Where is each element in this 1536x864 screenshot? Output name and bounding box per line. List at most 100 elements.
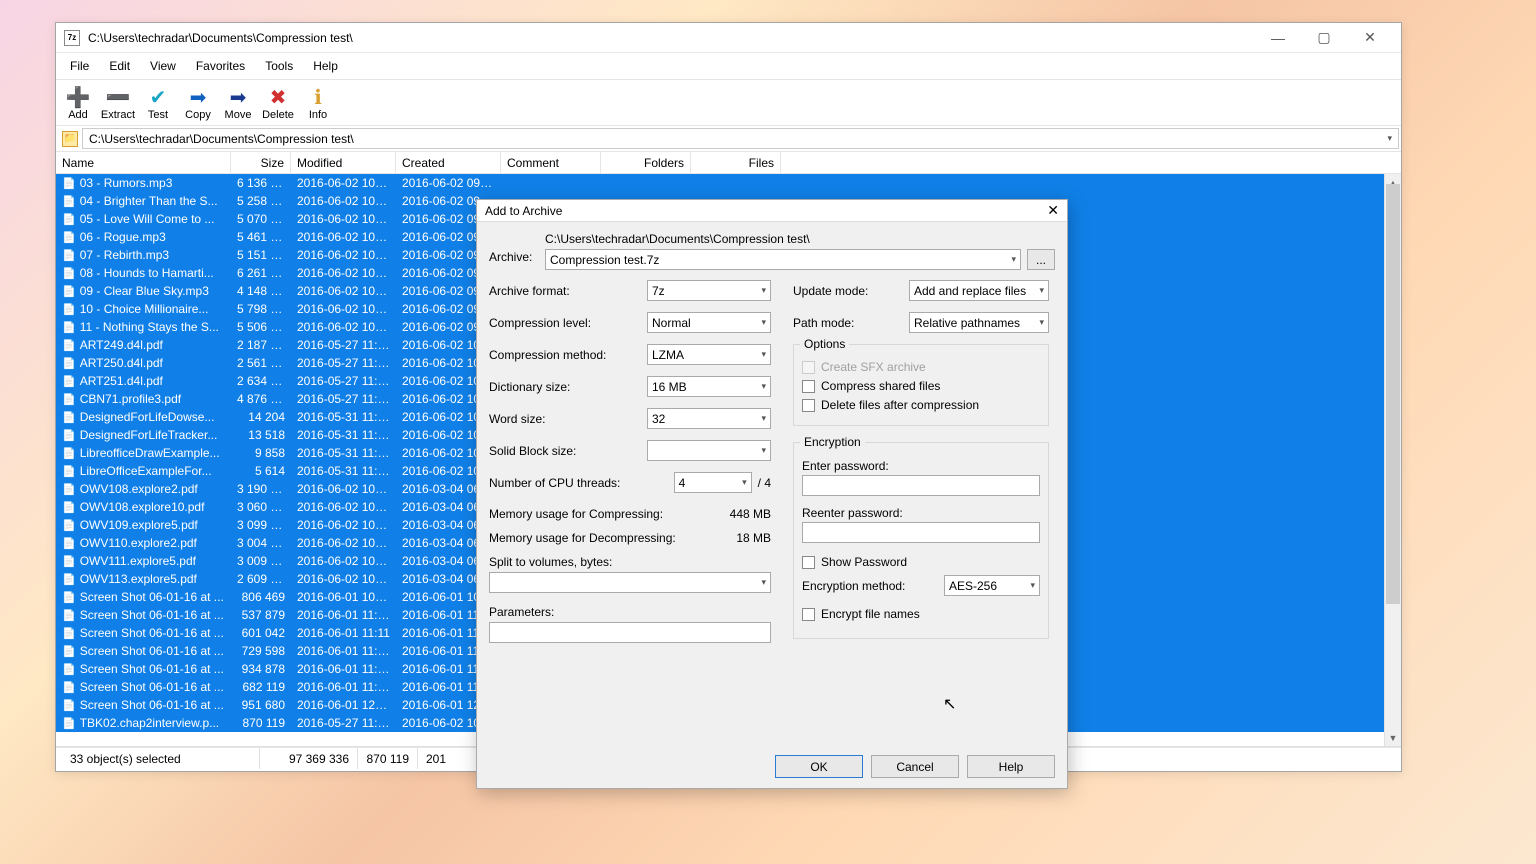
menu-help[interactable]: Help [303, 56, 348, 76]
encryption-legend: Encryption [800, 435, 865, 449]
file-icon: 📄 [62, 357, 76, 370]
file-icon: 📄 [62, 231, 76, 244]
col-name[interactable]: Name [56, 152, 231, 173]
path-mode-label: Path mode: [793, 316, 854, 330]
compression-method-dropdown[interactable]: LZMA▾ [647, 344, 771, 365]
col-created[interactable]: Created [396, 152, 501, 173]
info-icon: ℹ [314, 86, 322, 108]
toolbar-label: Test [148, 109, 168, 121]
solid-block-dropdown[interactable]: ▾ [647, 440, 771, 461]
menu-edit[interactable]: Edit [99, 56, 140, 76]
scroll-down-icon[interactable]: ▼ [1385, 729, 1401, 746]
compression-level-dropdown[interactable]: Normal▾ [647, 312, 771, 333]
delete-checkbox-row[interactable]: Delete files after compression [802, 398, 1040, 412]
test-icon: ✔ [150, 86, 167, 108]
block-label: Solid Block size: [489, 444, 576, 458]
encrypt-names-row[interactable]: Encrypt file names [802, 607, 1040, 621]
help-button[interactable]: Help [967, 755, 1055, 778]
sfx-checkbox-row: Create SFX archive [802, 360, 1040, 374]
dialog-close-icon[interactable]: ✕ [1047, 202, 1059, 219]
file-icon: 📄 [62, 501, 76, 514]
toolbar-label: Move [225, 109, 252, 121]
sfx-checkbox [802, 361, 815, 374]
scrollbar-thumb[interactable] [1386, 184, 1400, 604]
copy-icon: ➡ [190, 86, 207, 108]
password-input[interactable] [802, 475, 1040, 496]
chevron-down-icon: ▾ [757, 349, 766, 360]
show-password-checkbox[interactable] [802, 556, 815, 569]
toolbar-test-button[interactable]: ✔Test [138, 84, 178, 123]
chevron-down-icon: ▾ [738, 477, 747, 488]
shared-checkbox-row[interactable]: Compress shared files [802, 379, 1040, 393]
split-label: Split to volumes, bytes: [489, 555, 771, 569]
cancel-button[interactable]: Cancel [871, 755, 959, 778]
table-row[interactable]: 📄03 - Rumors.mp36 136 8772016-06-02 10:2… [56, 174, 1401, 192]
mem-decompress-value: 18 MB [736, 531, 771, 545]
encrypt-names-checkbox[interactable] [802, 608, 815, 621]
split-volumes-combo[interactable]: ▾ [489, 572, 771, 593]
enc-method-label: Encryption method: [802, 579, 905, 593]
toolbar-add-button[interactable]: ➕Add [58, 84, 98, 123]
up-folder-icon[interactable]: 📁 [62, 131, 78, 147]
file-icon: 📄 [62, 429, 76, 442]
menu-view[interactable]: View [140, 56, 186, 76]
browse-button[interactable]: ... [1027, 249, 1055, 270]
toolbar-move-button[interactable]: ➡Move [218, 84, 258, 123]
toolbar-extract-button[interactable]: ➖Extract [98, 84, 138, 123]
update-mode-dropdown[interactable]: Add and replace files▾ [909, 280, 1049, 301]
parameters-input[interactable] [489, 622, 771, 643]
add-icon: ➕ [66, 86, 91, 108]
file-icon: 📄 [62, 177, 76, 190]
file-icon: 📄 [62, 303, 76, 316]
close-button[interactable]: ✕ [1347, 28, 1393, 48]
chevron-down-icon[interactable]: ▾ [1387, 133, 1392, 144]
delete-checkbox[interactable] [802, 399, 815, 412]
file-icon: 📄 [62, 267, 76, 280]
archive-label: Archive: [489, 232, 545, 270]
cpu-threads-dropdown[interactable]: 4▾ [674, 472, 752, 493]
path-input[interactable]: C:\Users\techradar\Documents\Compression… [82, 128, 1399, 149]
chevron-down-icon: ▾ [1035, 317, 1044, 328]
file-icon: 📄 [62, 555, 76, 568]
archive-name-combo[interactable]: Compression test.7z ▾ [545, 249, 1021, 270]
menu-file[interactable]: File [60, 56, 99, 76]
col-folders[interactable]: Folders [601, 152, 691, 173]
show-password-row[interactable]: Show Password [802, 555, 1040, 569]
status-size2: 870 119 [358, 748, 418, 769]
col-modified[interactable]: Modified [291, 152, 396, 173]
chevron-down-icon: ▾ [1035, 285, 1044, 296]
encryption-method-dropdown[interactable]: AES-256▾ [944, 575, 1040, 596]
extract-icon: ➖ [106, 86, 131, 108]
ok-button[interactable]: OK [775, 755, 863, 778]
file-icon: 📄 [62, 465, 76, 478]
toolbar-copy-button[interactable]: ➡Copy [178, 84, 218, 123]
file-icon: 📄 [62, 195, 76, 208]
word-size-dropdown[interactable]: 32▾ [647, 408, 771, 429]
dialog-title: Add to Archive [485, 204, 562, 218]
mem-compress-value: 448 MB [730, 507, 771, 521]
dictionary-size-dropdown[interactable]: 16 MB▾ [647, 376, 771, 397]
col-files[interactable]: Files [691, 152, 781, 173]
toolbar-delete-button[interactable]: ✖Delete [258, 84, 298, 123]
method-label: Compression method: [489, 348, 606, 362]
toolbar-info-button[interactable]: ℹInfo [298, 84, 338, 123]
chevron-down-icon: ▾ [1007, 254, 1016, 265]
archive-format-dropdown[interactable]: 7z▾ [647, 280, 771, 301]
col-comment[interactable]: Comment [501, 152, 601, 173]
status-selected: 33 object(s) selected [62, 748, 260, 769]
titlebar: 7z C:\Users\techradar\Documents\Compress… [56, 23, 1401, 53]
threads-max: / 4 [758, 476, 771, 490]
menu-tools[interactable]: Tools [255, 56, 303, 76]
minimize-button[interactable]: — [1255, 28, 1301, 48]
shared-checkbox[interactable] [802, 380, 815, 393]
path-mode-dropdown[interactable]: Relative pathnames▾ [909, 312, 1049, 333]
chevron-down-icon: ▾ [757, 381, 766, 392]
menu-favorites[interactable]: Favorites [186, 56, 255, 76]
vertical-scrollbar[interactable]: ▲ ▼ [1384, 174, 1401, 746]
col-size[interactable]: Size [231, 152, 291, 173]
reenter-password-input[interactable] [802, 522, 1040, 543]
file-icon: 📄 [62, 321, 76, 334]
maximize-button[interactable]: ▢ [1301, 28, 1347, 48]
add-to-archive-dialog: Add to Archive ✕ Archive: C:\Users\techr… [476, 199, 1068, 789]
chevron-down-icon: ▾ [757, 285, 766, 296]
